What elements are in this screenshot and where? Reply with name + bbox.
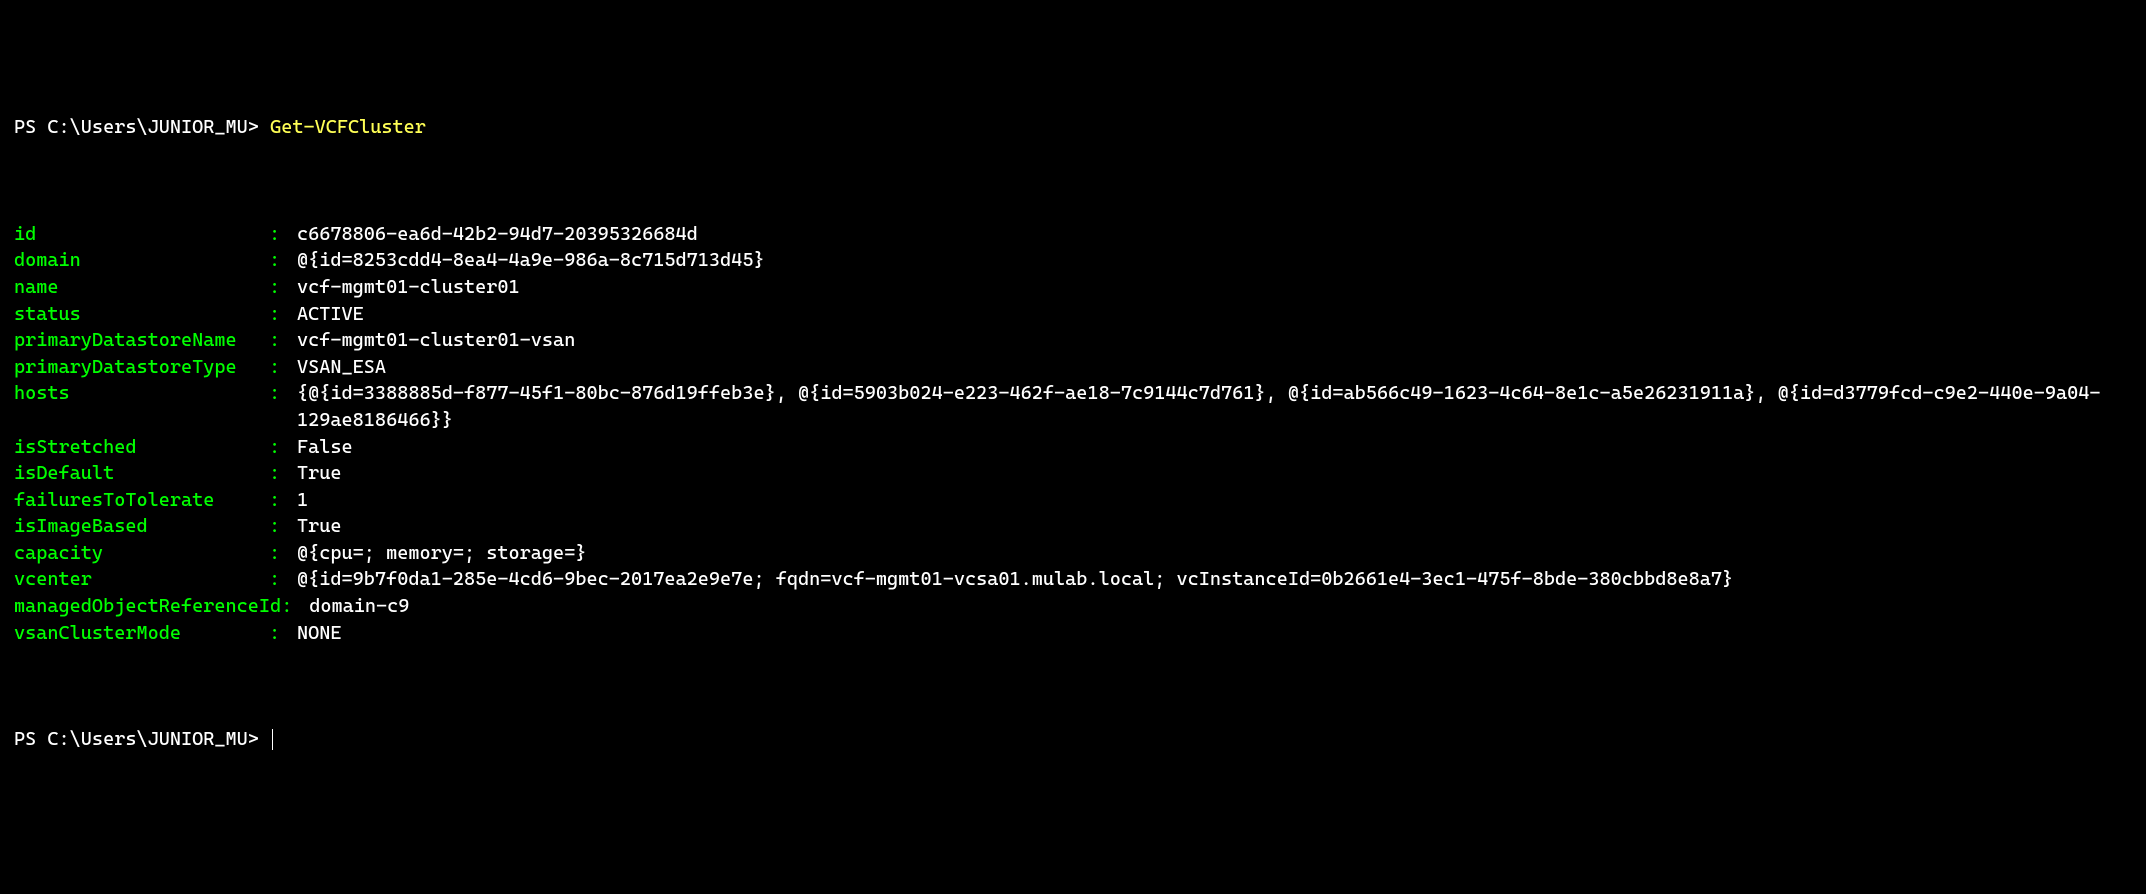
property-separator: : [269,247,297,274]
property-row: name: vcf-mgmt01-cluster01 [14,274,2132,301]
property-key: primaryDatastoreType [14,354,269,381]
property-separator: : [269,434,297,461]
property-key: domain [14,247,269,274]
property-key: primaryDatastoreName [14,327,269,354]
property-separator: : [269,274,297,301]
property-value: @{cpu=; memory=; storage=} [297,540,2132,567]
property-separator: : [269,380,297,433]
property-row: id: c6678806-ea6d-42b2-94d7-20395326684d [14,221,2132,248]
property-key: name [14,274,269,301]
blank-line [14,673,2132,700]
property-value: ACTIVE [297,301,2132,328]
property-separator: : [269,221,297,248]
property-separator: : [281,593,309,620]
property-row: domain: @{id=8253cdd4-8ea4-4a9e-986a-8c7… [14,247,2132,274]
property-value: {@{id=3388885d-f877-45f1-80bc-876d19ffeb… [297,380,2132,433]
property-key: managedObjectReferenceId [14,593,281,620]
property-row: isDefault: True [14,460,2132,487]
property-row: primaryDatastoreName: vcf-mgmt01-cluster… [14,327,2132,354]
property-value: vcf-mgmt01-cluster01-vsan [297,327,2132,354]
property-value: @{id=9b7f0da1-285e-4cd6-9bec-2017ea2e9e7… [297,566,2132,593]
property-separator: : [269,460,297,487]
property-row: capacity: @{cpu=; memory=; storage=} [14,540,2132,567]
entered-command: Get-VCFCluster [270,116,426,138]
property-separator: : [269,540,297,567]
property-row: status: ACTIVE [14,301,2132,328]
property-row: failuresToTolerate: 1 [14,487,2132,514]
property-key: vcenter [14,566,269,593]
property-row: isImageBased: True [14,513,2132,540]
property-value: c6678806-ea6d-42b2-94d7-20395326684d [297,221,2132,248]
blank-line [14,168,2132,195]
property-value: True [297,460,2132,487]
property-value: NONE [297,620,2132,647]
property-value: True [297,513,2132,540]
property-separator: : [269,301,297,328]
property-value: @{id=8253cdd4-8ea4-4a9e-986a-8c715d713d4… [297,247,2132,274]
property-row: managedObjectReferenceId: domain-c9 [14,593,2132,620]
property-separator: : [269,620,297,647]
output-property-list: id: c6678806-ea6d-42b2-94d7-20395326684d… [14,221,2132,647]
property-key: isDefault [14,460,269,487]
property-separator: : [269,487,297,514]
prompt-line-1[interactable]: PS C:\Users\JUNIOR_MU> Get-VCFCluster [14,114,2132,141]
property-key: capacity [14,540,269,567]
property-value: vcf-mgmt01-cluster01 [297,274,2132,301]
property-key: id [14,221,269,248]
property-key: failuresToTolerate [14,487,269,514]
property-separator: : [269,327,297,354]
ps-prompt-prefix: PS C:\Users\JUNIOR_MU> [14,728,270,750]
property-key: isStretched [14,434,269,461]
cursor [272,729,273,750]
property-separator: : [269,566,297,593]
prompt-line-2[interactable]: PS C:\Users\JUNIOR_MU> [14,726,2132,753]
property-value: domain-c9 [309,593,2132,620]
property-row: primaryDatastoreType: VSAN_ESA [14,354,2132,381]
property-row: isStretched: False [14,434,2132,461]
property-row: vcenter: @{id=9b7f0da1-285e-4cd6-9bec-20… [14,566,2132,593]
property-row: vsanClusterMode: NONE [14,620,2132,647]
property-key: status [14,301,269,328]
property-key: hosts [14,380,269,433]
property-row: hosts: {@{id=3388885d-f877-45f1-80bc-876… [14,380,2132,433]
property-value: 1 [297,487,2132,514]
ps-prompt-prefix: PS C:\Users\JUNIOR_MU> [14,116,270,138]
property-separator: : [269,513,297,540]
property-separator: : [269,354,297,381]
property-key: isImageBased [14,513,269,540]
property-key: vsanClusterMode [14,620,269,647]
property-value: False [297,434,2132,461]
property-value: VSAN_ESA [297,354,2132,381]
